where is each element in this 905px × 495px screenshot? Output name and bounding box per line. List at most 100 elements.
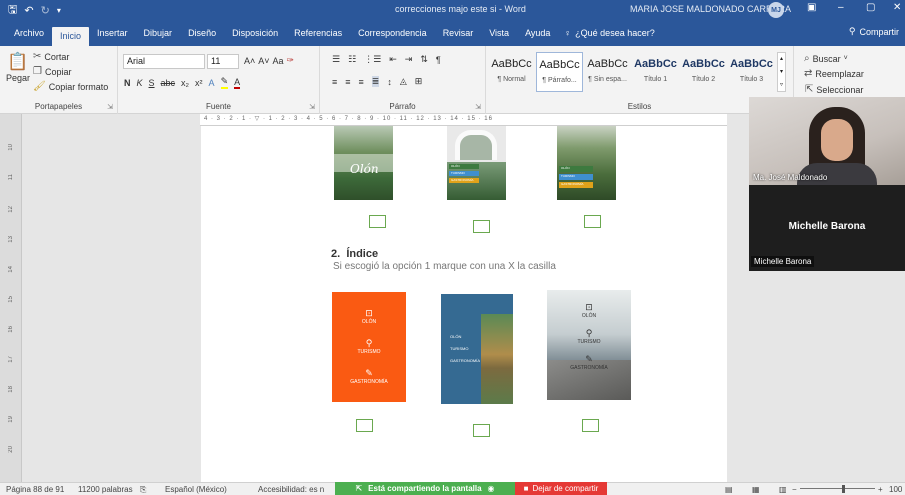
tab-referencias[interactable]: Referencias [286,24,350,42]
close-icon[interactable]: ✕ [893,2,901,13]
style-sample: AaBbCc [587,58,628,70]
subscript-icon[interactable]: x₂ [181,78,189,88]
style-heading-2[interactable]: AaBbCc Título 2 [680,52,727,92]
clipboard-group-label: Portapapeles [34,102,83,111]
underline-icon[interactable]: S [149,78,155,88]
zoom-slider[interactable] [800,488,875,489]
customize-qat-icon[interactable]: ▾ [57,6,61,15]
sort-icon[interactable]: ⇅ [420,54,428,65]
cut-button[interactable]: ✂ Cortar [33,51,69,62]
checkbox-option-3[interactable] [584,215,601,228]
highlight-icon[interactable]: ✎ [220,76,229,89]
document-page[interactable]: Olón OLÓN TURISMO GASTRONOMÍA OLÓN TURIS… [201,126,727,482]
checkbox-option-2[interactable] [473,220,490,233]
undo-icon[interactable]: ↶ [24,4,33,17]
user-name[interactable]: MARIA JOSE MALDONADO CARRERA [630,4,791,14]
shrink-font-icon[interactable]: A˅ [258,56,269,66]
minimize-icon[interactable]: – [838,2,844,13]
web-layout-icon[interactable]: ▥ [779,485,787,494]
paragraph-launcher-icon[interactable]: ⇲ [475,103,481,111]
pilcrow-icon[interactable]: ¶ [436,55,441,65]
save-icon[interactable]: 🖫 [8,1,17,20]
align-left-icon[interactable]: ≡ [332,77,337,87]
tab-revisar[interactable]: Revisar [435,24,482,42]
redo-icon[interactable]: ↻ [41,4,50,17]
tab-disposicion[interactable]: Disposición [224,24,286,42]
checkbox-option-1[interactable] [369,215,386,228]
line-spacing-icon[interactable]: ↕ [387,77,392,87]
style-name: Título 3 [739,76,764,83]
read-mode-icon[interactable]: ▤ [725,485,733,494]
align-right-icon[interactable]: ≡ [359,77,364,87]
style-no-spacing[interactable]: AaBbCc ¶ Sin espa... [584,52,631,92]
select-button[interactable]: ⇱ Seleccionar [805,84,863,95]
horizontal-ruler[interactable]: 4 · 3 · 2 · 1 · ▽ · 1 · 2 · 3 · 4 · 5 · … [200,114,727,126]
shading-icon[interactable]: ◬ [400,76,407,87]
screen-share-indicator[interactable]: ⇱ Está compartiendo la pantalla ◉ [335,482,515,495]
style-normal[interactable]: AaBbCc ¶ Normal [488,52,535,92]
word-count[interactable]: 11200 palabras [78,485,133,494]
borders-icon[interactable]: ⊞ [415,76,423,87]
text-effects-icon[interactable]: A [209,78,215,88]
style-heading-3[interactable]: AaBbCc Título 3 [728,52,775,92]
italic-icon[interactable]: K [137,78,143,88]
style-paragraph[interactable]: AaBbCc ¶ Párrafo... [536,52,583,92]
font-name-box[interactable]: Arial [123,54,205,69]
tab-ayuda[interactable]: Ayuda [517,24,558,42]
restore-icon[interactable]: ▢ [866,2,875,13]
copy-button[interactable]: ❐ Copiar [33,66,71,77]
person-icon: ⚲ [585,328,593,338]
tab-dibujar[interactable]: Dibujar [136,24,181,42]
zoom-out-icon[interactable]: − [792,485,797,494]
font-launcher-icon[interactable]: ⇲ [309,103,315,111]
tab-insertar[interactable]: Insertar [89,24,136,42]
share-button[interactable]: ⚲ Compartir [849,26,899,37]
print-layout-icon[interactable]: ▦ [752,485,760,494]
style-heading-1[interactable]: AaBbCc Título 1 [632,52,679,92]
paste-button[interactable]: 📋 Pegar [6,52,30,83]
video-call-panel[interactable]: Ma. José Maldonado Michelle Barona Miche… [749,97,905,271]
zoom-level[interactable]: 100 [889,485,902,494]
menu-item: GASTRONOMÍA [449,178,479,183]
bullets-icon[interactable]: ☰ [332,54,340,65]
increase-indent-icon[interactable]: ⇥ [405,54,413,65]
tab-vista[interactable]: Vista [481,24,517,42]
search-button[interactable]: ⌕ Buscar ˅ [804,53,848,64]
change-case-button[interactable]: Aa [273,56,284,66]
language-indicator[interactable]: Español (México) [165,485,227,494]
paragraph-row-1: ☰ ☷ ⋮☰ ⇤ ⇥ ⇅ ¶ [332,54,441,65]
zoom-slider-knob[interactable] [842,485,845,493]
tell-me-box[interactable]: ♀ ¿Qué desea hacer? [564,28,654,38]
font-color-icon[interactable]: A [234,77,241,89]
multilevel-list-icon[interactable]: ⋮☰ [364,54,381,65]
styles-scroll[interactable]: ▴ ▾ ▿ [777,52,786,92]
stop-sharing-button[interactable]: ■ Dejar de compartir [515,482,607,495]
justify-icon[interactable]: ≣ [371,76,380,87]
zoom-in-icon[interactable]: + [878,485,883,494]
clipboard-launcher-icon[interactable]: ⇲ [107,103,113,111]
checkbox-index-1[interactable] [356,419,373,432]
proofing-icon[interactable]: ⎘ [140,485,146,495]
ribbon-display-icon[interactable]: ▣ [807,2,816,13]
checkbox-index-3[interactable] [582,419,599,432]
tab-diseno[interactable]: Diseño [180,24,224,42]
accessibility-status[interactable]: Accesibilidad: es n [258,485,324,494]
font-size-box[interactable]: 11 [207,54,239,69]
tab-correspondencia[interactable]: Correspondencia [350,24,435,42]
checkbox-index-2[interactable] [473,424,490,437]
strikethrough-icon[interactable]: abc [161,78,176,88]
user-avatar[interactable]: MJ [768,2,784,18]
decrease-indent-icon[interactable]: ⇤ [389,54,397,65]
superscript-icon[interactable]: x² [195,78,203,88]
clear-format-icon[interactable]: ✑ [287,55,295,66]
bold-icon[interactable]: N [124,78,131,88]
page-count[interactable]: Página 88 de 91 [6,485,64,494]
numbering-icon[interactable]: ☷ [348,54,356,65]
replace-button[interactable]: ⇄ Reemplazar [804,68,864,79]
grow-font-icon[interactable]: A˄ [244,56,255,66]
format-painter-button[interactable]: 🖌 Copiar formato [33,81,108,92]
align-center-icon[interactable]: ≡ [345,77,350,87]
tab-archivo[interactable]: Archivo [6,24,52,42]
tab-inicio[interactable]: Inicio [52,26,90,46]
cut-label: Cortar [44,51,70,62]
